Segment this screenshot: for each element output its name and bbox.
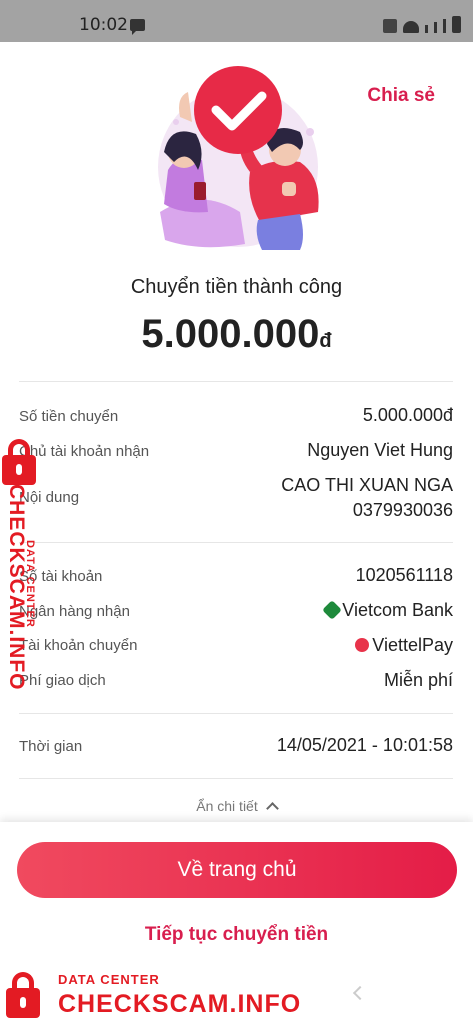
thumbs-up-icon: [282, 182, 296, 196]
check-circle-icon: [194, 66, 282, 154]
content-line: 0379930036: [352, 500, 453, 520]
source-name: ViettelPay: [372, 635, 453, 655]
source-value: ViettelPay: [355, 635, 453, 656]
bank-name: Vietcom Bank: [342, 600, 453, 620]
transfer-amount: 5.000.000đ: [0, 312, 473, 357]
continue-transfer-link[interactable]: Tiếp tục chuyển tiền: [0, 924, 473, 946]
watermark-small-text: DATA CENTER: [58, 972, 160, 987]
system-icons: [383, 16, 461, 33]
share-button[interactable]: Chia sẻ: [367, 85, 435, 107]
divider: [19, 713, 453, 714]
bank-value: Vietcom Bank: [322, 600, 453, 621]
boy-pants: [256, 214, 303, 250]
status-time: 10:02: [79, 15, 128, 35]
status-bar: 10:02: [0, 0, 473, 42]
phone-icon: [194, 182, 206, 200]
watermark-lock-icon: [6, 972, 40, 1018]
recipient-value: Nguyen Viet Hung: [307, 440, 453, 460]
source-label: Tài khoản chuyển: [19, 637, 138, 654]
amount-label: Số tiền chuyển: [19, 408, 119, 425]
hide-details-toggle[interactable]: Ẩn chi tiết: [0, 798, 473, 815]
hide-details-label: Ẩn chi tiết: [196, 798, 258, 814]
viettelpay-logo-icon: [355, 638, 370, 652]
divider: [19, 778, 453, 779]
amount-number: 5.000.000: [141, 312, 320, 356]
divider: [19, 381, 453, 382]
amount-value: 5.000.000đ: [362, 405, 453, 425]
message-icon: [130, 19, 145, 35]
recipient-label: Chủ tài khoản nhận: [19, 443, 150, 460]
chevron-up-icon: [265, 802, 279, 815]
fee-value: Miễn phí: [383, 670, 453, 690]
signal-bar-icon: [443, 19, 446, 33]
time-label: Thời gian: [19, 738, 83, 755]
mute-icon: [383, 19, 397, 33]
signal-bar-icon: [425, 25, 428, 33]
home-button[interactable]: Về trang chủ: [17, 842, 457, 898]
content-value: CAO THI XUAN NGA 0379930036: [281, 473, 453, 523]
wifi-icon: [403, 21, 419, 33]
watermark-big-text: CHECKSCAM.INFO: [58, 990, 302, 1018]
success-illustration: [158, 66, 319, 250]
battery-icon: [452, 16, 461, 33]
time-value: 14/05/2021 - 10:01:58: [276, 735, 453, 755]
content-label: Nội dung: [19, 489, 80, 506]
divider: [19, 542, 453, 543]
signal-bar-icon: [434, 22, 437, 33]
watermark-big-text: CHECKSCAM.INFO: [5, 484, 28, 691]
amount-currency: đ: [319, 330, 332, 352]
account-value: 1020561118: [355, 565, 453, 585]
watermark-lock-icon: [2, 439, 36, 485]
content-line: CAO THI XUAN NGA: [281, 475, 453, 495]
success-title: Chuyển tiền thành công: [130, 276, 343, 298]
vietcombank-logo-icon: [322, 600, 343, 620]
fee-label: Phí giao dịch: [19, 672, 106, 689]
